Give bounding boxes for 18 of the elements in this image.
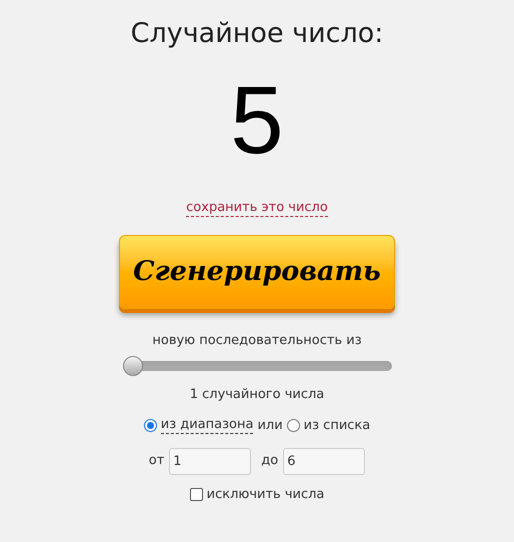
count-label: 1 случайного числа — [190, 386, 324, 404]
radio-button[interactable] — [144, 419, 157, 432]
or-text: или — [257, 417, 283, 435]
to-field[interactable]: 6 — [283, 448, 366, 474]
count-slider[interactable] — [122, 356, 392, 376]
page-title: Случайное число: — [130, 17, 384, 51]
radio-label[interactable]: из диапазона — [160, 417, 254, 434]
exclude-checkbox[interactable] — [190, 488, 203, 501]
slider-thumb[interactable] — [122, 356, 142, 376]
from-label: от — [148, 452, 164, 470]
radio-label[interactable]: из списка — [304, 418, 370, 434]
save-link[interactable]: сохранить это число — [186, 200, 328, 217]
random-number: 5 — [230, 66, 284, 176]
radio-button[interactable] — [286, 419, 300, 432]
to-label: до — [261, 452, 278, 470]
exclude-label[interactable]: исключить числа — [206, 484, 324, 504]
from-field[interactable]: 1 — [169, 448, 252, 474]
sequence-label: новую последовательность из — [152, 332, 362, 350]
